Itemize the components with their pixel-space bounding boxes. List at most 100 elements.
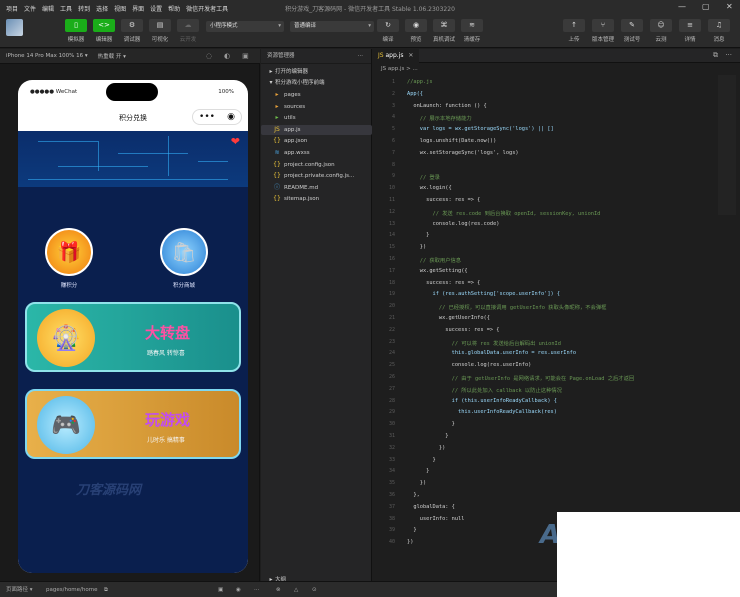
line-number: 30 bbox=[388, 421, 395, 428]
file-sources[interactable]: ▸ sources bbox=[261, 102, 372, 112]
menu-item[interactable]: 编辑 bbox=[42, 4, 54, 13]
error-icon[interactable]: ⊗ bbox=[276, 582, 281, 597]
earn-points-button[interactable]: 🎁 赚积分 bbox=[39, 228, 99, 289]
layers-button[interactable]: ≋ 清缓存 bbox=[458, 19, 486, 43]
avatar[interactable] bbox=[6, 19, 23, 36]
minimize-icon[interactable]: — bbox=[678, 2, 686, 11]
file-name: app.wxss bbox=[284, 150, 310, 156]
bell-button[interactable]: ♫ 消息 bbox=[705, 19, 733, 43]
line-number: 9 bbox=[391, 173, 395, 180]
device-debug-button[interactable]: ⌘ 真机调试 bbox=[430, 19, 458, 43]
code-line: } bbox=[407, 456, 436, 463]
code-line: if (this.userInfoReadyCallback) { bbox=[407, 397, 557, 404]
phone-button[interactable]: ▯ 模拟器 bbox=[62, 19, 90, 43]
line-number: 19 bbox=[388, 291, 395, 298]
page-path-label[interactable]: 页面路径 ▾ bbox=[6, 582, 33, 597]
exit-icon[interactable]: ◉ bbox=[227, 112, 235, 122]
compile-select[interactable]: 普通编译 ▾ bbox=[290, 21, 374, 32]
file-app-js[interactable]: JS app.js bbox=[261, 124, 372, 135]
details-icon: ≡ bbox=[679, 19, 701, 32]
more-icon[interactable]: ••• bbox=[199, 112, 215, 122]
points-mall-button[interactable]: 🛍 积分商城 bbox=[154, 228, 214, 289]
hotreload-select[interactable]: 热重载 开 ▾ bbox=[98, 52, 126, 60]
line-number: 1 bbox=[391, 79, 395, 85]
menu-item[interactable]: 选择 bbox=[96, 4, 108, 13]
device-select[interactable]: iPhone 14 Pro Max 100% 16 ▾ bbox=[6, 53, 88, 59]
file-sitemap-json[interactable]: {} sitemap.json bbox=[261, 194, 372, 204]
layout-icon[interactable]: ▣ bbox=[242, 52, 249, 60]
preview-icon[interactable]: ◉ bbox=[236, 582, 241, 597]
file-app-json[interactable]: {} app.json bbox=[261, 136, 372, 146]
menu-item[interactable]: 帮助 bbox=[168, 4, 180, 13]
file-readme-md[interactable]: ⓘ README.md bbox=[261, 183, 372, 193]
maximize-icon[interactable]: ▢ bbox=[702, 2, 710, 11]
status-carrier: ●●●●● WeChat bbox=[30, 89, 78, 95]
file-name: app.js bbox=[284, 126, 301, 133]
visual-button[interactable]: ▤ 可视化 bbox=[146, 19, 174, 43]
rotate-icon[interactable]: ◌ bbox=[206, 52, 212, 60]
section-project[interactable]: ▾ 积分游戏小程序前端 bbox=[261, 78, 372, 88]
code-line: // 发送 res.code 到后台换取 openId, sessionKey,… bbox=[407, 210, 601, 217]
file-app-wxss[interactable]: ≋ app.wxss bbox=[261, 148, 372, 158]
points-mall-label: 积分商城 bbox=[172, 283, 195, 289]
code-line: this.userInfoReadyCallback(res) bbox=[407, 409, 557, 416]
code-button[interactable]: <> 编辑器 bbox=[90, 19, 118, 43]
code-line: // 可以将 res 发送给后台解码出 unionId bbox=[407, 340, 561, 347]
section-open-editors[interactable]: ▸ 打开的编辑器 bbox=[261, 67, 372, 77]
explorer-title: 资源管理器 bbox=[267, 53, 295, 59]
line-number: 25 bbox=[388, 362, 395, 369]
close-tab-icon[interactable]: ✕ bbox=[408, 52, 413, 59]
code-line: wx.login({ bbox=[407, 185, 452, 192]
cloudtest-button[interactable]: ☺ 云测 bbox=[647, 19, 675, 43]
upload-button[interactable]: ↑ 上传 bbox=[560, 19, 588, 43]
line-number: 8 bbox=[391, 161, 395, 168]
menu-item[interactable]: 设置 bbox=[150, 4, 162, 13]
warning-icon[interactable]: △ bbox=[294, 582, 298, 597]
menu-item[interactable]: 界面 bbox=[132, 4, 144, 13]
phone-icon: ▯ bbox=[65, 19, 87, 32]
menu-item[interactable]: 微信开发者工具 bbox=[186, 4, 228, 13]
file-project-config-json[interactable]: {} project.config.json bbox=[261, 160, 372, 170]
file-utils[interactable]: ▸ utils bbox=[261, 113, 372, 123]
toolbar-label: 清缓存 bbox=[463, 37, 481, 43]
file-name: README.md bbox=[284, 184, 319, 191]
sound-icon[interactable]: ◐ bbox=[224, 52, 230, 60]
simulator-panel: ●●●●● WeChat 100% 积分兑换 ••• ◉ ❤ 🎁 赚积分 🛍 积… bbox=[0, 64, 260, 581]
menu-item[interactable]: 工具 bbox=[60, 4, 72, 13]
details-button[interactable]: ≡ 详情 bbox=[676, 19, 704, 43]
eye-button[interactable]: ◉ 预览 bbox=[402, 19, 430, 43]
split-editor-icon[interactable]: ⧉ bbox=[713, 51, 718, 60]
close-icon[interactable]: ✕ bbox=[726, 2, 733, 11]
more-icon[interactable]: ··· bbox=[358, 49, 363, 64]
code-editor[interactable]: 1 //app.js 2 App({3 onLaunch: function () {… bbox=[373, 75, 740, 581]
test-button[interactable]: ✎ 测试号 bbox=[618, 19, 646, 43]
blank-overlay bbox=[557, 512, 740, 597]
version-button[interactable]: ⑂ 版本管理 bbox=[589, 19, 617, 43]
menu-item[interactable]: 文件 bbox=[24, 4, 36, 13]
game-card[interactable]: 🎮 玩游戏 儿时乐 搞精事 bbox=[25, 389, 241, 459]
copy-icon[interactable]: ⧉ bbox=[104, 582, 108, 597]
minimap[interactable] bbox=[718, 75, 736, 215]
info-icon[interactable]: ⊙ bbox=[312, 582, 317, 597]
tab-app-js[interactable]: JS app.js ✕ bbox=[373, 49, 419, 63]
cloud-button[interactable]: ☁ 云开发 bbox=[174, 19, 202, 43]
mode-select[interactable]: 小程序模式 ▾ bbox=[206, 21, 284, 32]
refresh-button[interactable]: ↻ 编译 bbox=[374, 19, 402, 43]
code-line: wx.setStorageSync('logs', logs) bbox=[407, 149, 519, 156]
file-type-icon: ≋ bbox=[274, 149, 280, 156]
more-icon[interactable]: ··· bbox=[254, 582, 259, 597]
menu-item[interactable]: 转到 bbox=[78, 4, 90, 13]
file-pages[interactable]: ▸ pages bbox=[261, 90, 372, 100]
scene-icon[interactable]: ▣ bbox=[218, 582, 223, 597]
wheel-card[interactable]: 🎡 大转盘 踏春风 转惊喜 bbox=[25, 302, 241, 372]
file-type-icon: ⓘ bbox=[273, 183, 280, 191]
file-project-private-config-js-[interactable]: {} project.private.config.js... bbox=[261, 171, 372, 181]
debug-button[interactable]: ⚙ 调试器 bbox=[118, 19, 146, 43]
capsule-menu[interactable]: ••• ◉ bbox=[192, 109, 242, 125]
more-icon[interactable]: ··· bbox=[725, 51, 732, 59]
heart-icon[interactable]: ❤ bbox=[231, 135, 240, 148]
menu-item[interactable]: 项目 bbox=[6, 4, 18, 13]
menu-item[interactable]: 视图 bbox=[114, 4, 126, 13]
cloudtest-icon: ☺ bbox=[650, 19, 672, 32]
toolbar-label: 测试号 bbox=[623, 37, 641, 43]
